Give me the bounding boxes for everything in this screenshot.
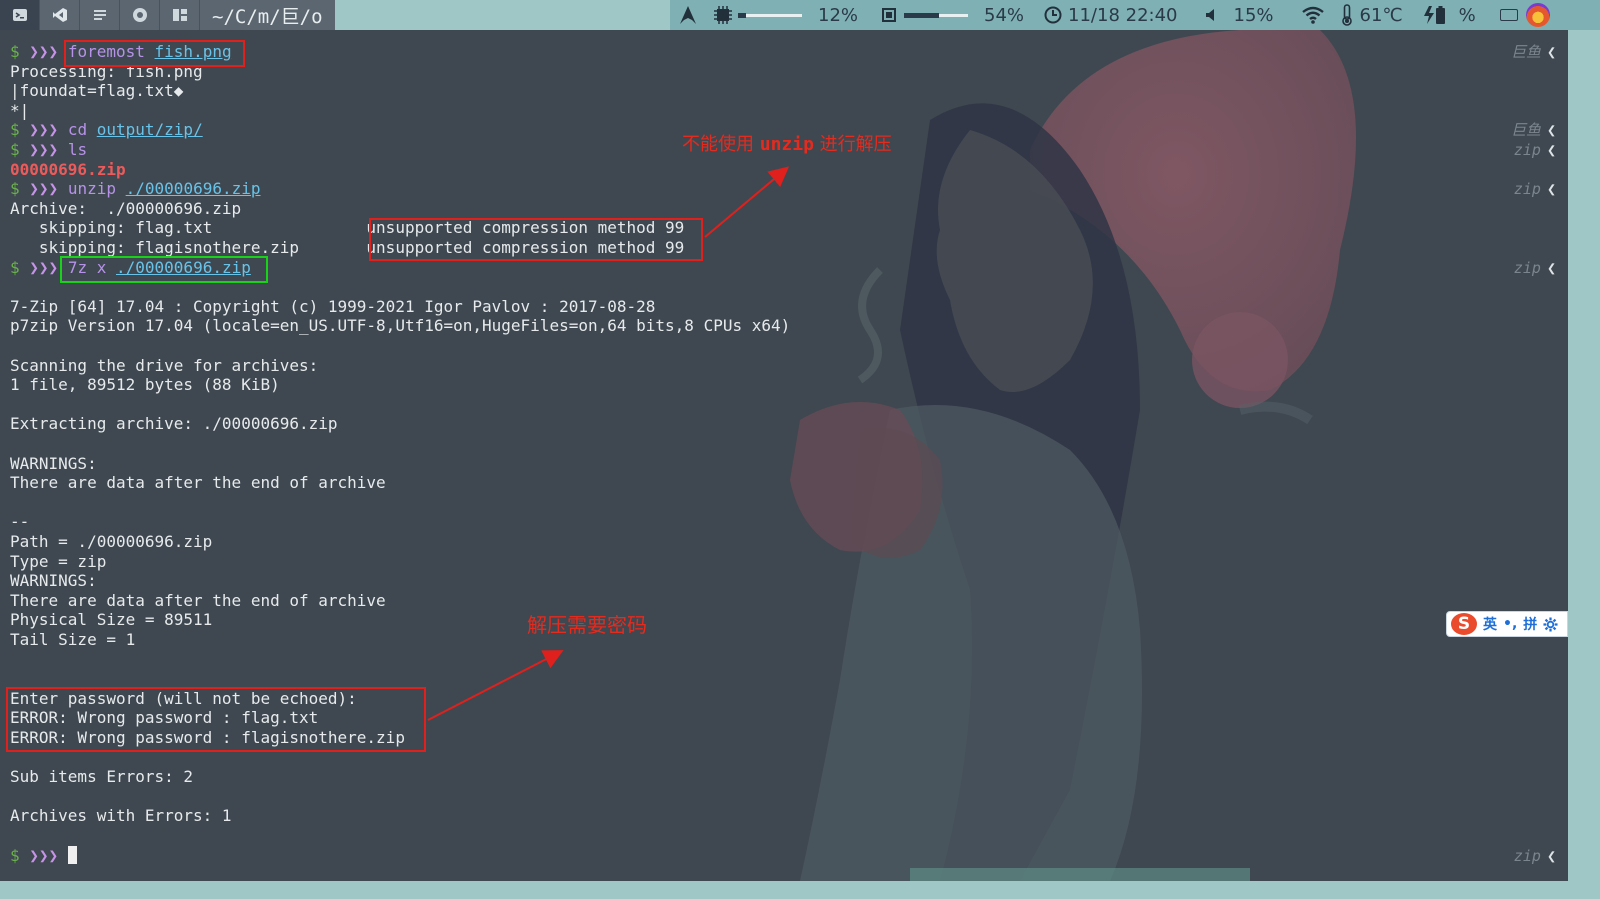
right-prompt-text: zip [1513, 141, 1541, 159]
right-prompt: zip ❮ [1514, 179, 1556, 199]
arch-logo[interactable] [670, 0, 708, 30]
vscode-icon [52, 8, 67, 22]
right-prompt-text: zip [1513, 180, 1541, 199]
terminal-icon [12, 9, 27, 21]
battery-percent: % [1458, 4, 1476, 26]
right-prompt: zip ❮ [1514, 140, 1556, 160]
memory-icon [882, 8, 897, 22]
volume-value: 15% [1233, 4, 1274, 26]
wifi-indicator[interactable] [1296, 0, 1330, 30]
arrow-password [427, 650, 564, 721]
ime-toolbar[interactable]: S 英 •, 拼 [1446, 611, 1568, 637]
thermometer-icon [1341, 4, 1352, 26]
document-icon [93, 10, 106, 20]
temperature-value: 61℃ [1359, 4, 1403, 26]
cpu-value: 12% [818, 4, 859, 26]
cpu-chip-icon [714, 6, 732, 24]
flame-logo-icon [1525, 3, 1550, 27]
datetime: 11/18 22:40 [1068, 4, 1178, 26]
bottom-edge-strip [0, 881, 1568, 899]
ime-mode-toggle[interactable]: 英 [1483, 614, 1497, 634]
workspace-terminal[interactable] [0, 0, 40, 30]
chevron-left-icon: ❮ [1546, 846, 1556, 865]
chevron-left-icon: ❮ [1546, 141, 1556, 159]
memory-value: 54% [984, 4, 1025, 26]
arch-icon [680, 6, 696, 24]
current-path: ~/C/m/巨/o [200, 0, 335, 30]
clock[interactable]: 11/18 22:40 [1038, 0, 1183, 30]
right-prompt: 巨鱼 ❮ [1511, 120, 1556, 140]
right-prompt: zip ❮ [1514, 846, 1556, 866]
wifi-icon [1301, 6, 1324, 24]
chrome-icon [132, 8, 147, 22]
sogou-logo-icon[interactable]: S [1451, 613, 1477, 635]
workspace-notes[interactable] [80, 0, 120, 30]
right-prompt-text: 巨鱼 [1510, 43, 1541, 61]
app-launcher[interactable] [1524, 0, 1552, 30]
speaker-icon [1205, 9, 1214, 21]
chevron-left-icon: ❮ [1546, 121, 1556, 140]
memory-bar [904, 12, 969, 18]
annotation-arrows [427, 166, 790, 721]
memory-indicator: 54% [874, 0, 1030, 30]
top-panel: ~/C/m/巨/o 12% 54% 11/18 22:40 15% 61℃ % [0, 0, 1600, 30]
cpu-bar [738, 12, 802, 18]
cpu-indicator: 12% [708, 0, 864, 30]
right-prompt: zip ❮ [1514, 258, 1556, 278]
annotation-unzip-note: 不能使用 unzip 进行解压 [682, 134, 892, 155]
status-bar: 12% 54% 11/18 22:40 15% 61℃ % [670, 0, 1600, 30]
keyboard-indicator[interactable] [1494, 0, 1524, 30]
annotation-password-note: 解压需要密码 [527, 613, 647, 637]
right-edge-strip [1568, 30, 1600, 899]
battery-charging-icon [1423, 6, 1445, 24]
right-prompt: 巨鱼 ❮ [1511, 42, 1556, 62]
workspace-chrome[interactable] [120, 0, 160, 30]
gear-icon[interactable] [1543, 616, 1558, 632]
ime-punctuation-toggle[interactable]: •, [1503, 616, 1517, 632]
right-prompt-text: zip [1513, 846, 1541, 865]
layout-icon [172, 9, 187, 21]
battery-indicator: % [1417, 0, 1482, 30]
ime-pinyin-toggle[interactable]: 拼 [1523, 614, 1537, 634]
right-prompt-text: 巨鱼 [1510, 121, 1541, 140]
chevron-left-icon: ❮ [1546, 43, 1556, 61]
keyboard-icon [1499, 9, 1518, 21]
workspace-layout[interactable] [160, 0, 200, 30]
terminal-window[interactable]: $ ❯❯❯ foremost fish.png Processing: fish.… [0, 30, 1568, 881]
temperature-indicator: 61℃ [1334, 0, 1409, 30]
chevron-left-icon: ❮ [1546, 180, 1556, 199]
right-prompt-text: zip [1513, 258, 1541, 277]
chevron-left-icon: ❮ [1546, 258, 1556, 277]
workspace-vscode[interactable] [40, 0, 80, 30]
clock-icon [1044, 6, 1062, 24]
volume-indicator[interactable]: 15% [1198, 0, 1280, 30]
arrow-unzip [704, 166, 790, 238]
